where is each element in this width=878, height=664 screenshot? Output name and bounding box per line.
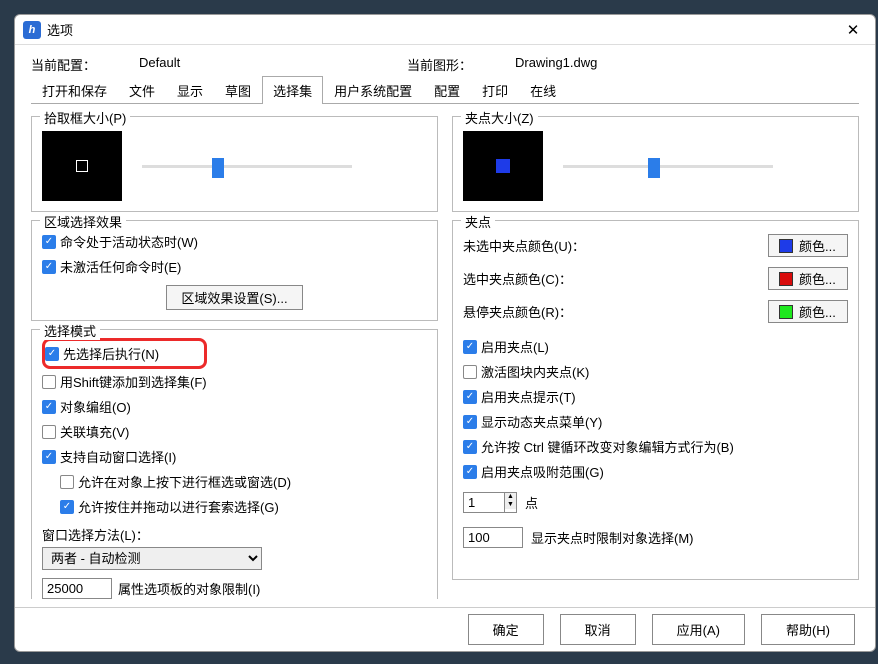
cancel-button[interactable]: 取消 <box>560 614 636 645</box>
app-icon: h <box>23 21 41 39</box>
tab-display[interactable]: 显示 <box>166 76 214 104</box>
block-grips-checkbox[interactable] <box>463 365 477 379</box>
hover-color-button[interactable]: 颜色... <box>768 300 848 323</box>
enable-grips-label: 启用夹点(L) <box>481 337 549 356</box>
mode-group: 选择模式 先选择后执行(N) 用Shift键添加到选择集(F) 对象编组(O) … <box>31 329 438 599</box>
grip-limit-label: 显示夹点时限制对象选择(M) <box>531 528 694 547</box>
window-method-select[interactable]: 两者 - 自动检测 <box>42 547 262 570</box>
noun-verb-checkbox[interactable] <box>45 347 59 361</box>
grip-snap-spinner[interactable]: ▲▼ <box>463 492 517 513</box>
press-drag-checkbox[interactable] <box>60 475 74 489</box>
mode-title: 选择模式 <box>40 321 100 340</box>
config-label: 当前配置： <box>31 55 131 74</box>
window-title: 选项 <box>47 20 839 39</box>
gripsize-preview <box>463 131 543 201</box>
shift-add-label: 用Shift键添加到选择集(F) <box>60 372 207 391</box>
hover-color-label: 悬停夹点颜色(R)： <box>463 302 758 321</box>
grips-title: 夹点 <box>461 212 495 231</box>
object-group-checkbox[interactable] <box>42 400 56 414</box>
ok-button[interactable]: 确定 <box>468 614 544 645</box>
pickbox-title: 拾取框大小(P) <box>40 108 130 127</box>
grip-tips-label: 启用夹点提示(T) <box>481 387 576 406</box>
prop-limit-input[interactable] <box>42 578 112 599</box>
gripsize-slider[interactable] <box>563 154 773 178</box>
region-settings-button[interactable]: 区域效果设置(S)... <box>166 285 302 310</box>
titlebar: h 选项 ✕ <box>15 15 875 45</box>
tab-bar: 打开和保存 文件 显示 草图 选择集 用户系统配置 配置 打印 在线 <box>31 76 859 104</box>
prop-limit-label: 属性选项板的对象限制(I) <box>118 579 260 598</box>
gripsize-title: 夹点大小(Z) <box>461 108 538 127</box>
grip-snap-input[interactable] <box>464 493 504 512</box>
block-grips-label: 激活图块内夹点(K) <box>481 362 589 381</box>
tab-online[interactable]: 在线 <box>519 76 567 104</box>
region-inactive-label: 未激活任何命令时(E) <box>60 257 181 276</box>
window-method-label: 窗口选择方法(L)： <box>42 525 427 544</box>
tab-draft[interactable]: 草图 <box>214 76 262 104</box>
pickbox-group: 拾取框大小(P) <box>31 116 438 212</box>
dyn-menu-label: 显示动态夹点菜单(Y) <box>481 412 602 431</box>
spinner-up-icon[interactable]: ▲ <box>505 493 516 501</box>
lasso-checkbox[interactable] <box>60 500 74 514</box>
lasso-label: 允许按住并拖动以进行套索选择(G) <box>78 497 279 516</box>
config-value: Default <box>139 55 399 74</box>
grip-snap-unit: 点 <box>525 493 538 512</box>
ctrl-cycle-checkbox[interactable] <box>463 440 477 454</box>
tab-profile[interactable]: 配置 <box>423 76 471 104</box>
noun-verb-label: 先选择后执行(N) <box>63 344 159 363</box>
object-group-label: 对象编组(O) <box>60 397 131 416</box>
close-button[interactable]: ✕ <box>839 16 867 44</box>
region-group: 区域选择效果 命令处于活动状态时(W) 未激活任何命令时(E) 区域效果设置(S… <box>31 220 438 321</box>
highlight-box: 先选择后执行(N) <box>42 338 207 369</box>
tab-user[interactable]: 用户系统配置 <box>323 76 423 104</box>
apply-button[interactable]: 应用(A) <box>652 614 745 645</box>
enable-grips-checkbox[interactable] <box>463 340 477 354</box>
region-title: 区域选择效果 <box>40 212 126 231</box>
assoc-hatch-label: 关联填充(V) <box>60 422 129 441</box>
grip-snap-checkbox[interactable] <box>463 465 477 479</box>
options-dialog: h 选项 ✕ 当前配置： Default 当前图形： Drawing1.dwg … <box>14 14 876 652</box>
region-inactive-checkbox[interactable] <box>42 260 56 274</box>
unsel-color-label: 未选中夹点颜色(U)： <box>463 236 758 255</box>
region-active-label: 命令处于活动状态时(W) <box>60 232 198 251</box>
tab-open-save[interactable]: 打开和保存 <box>31 76 118 104</box>
implied-window-checkbox[interactable] <box>42 450 56 464</box>
spinner-down-icon[interactable]: ▼ <box>505 501 516 509</box>
drawing-value: Drawing1.dwg <box>515 55 775 74</box>
help-button[interactable]: 帮助(H) <box>761 614 855 645</box>
sel-color-button[interactable]: 颜色... <box>768 267 848 290</box>
pickbox-preview <box>42 131 122 201</box>
assoc-hatch-checkbox[interactable] <box>42 425 56 439</box>
pickbox-slider[interactable] <box>142 154 352 178</box>
drawing-label: 当前图形： <box>407 55 507 74</box>
grip-tips-checkbox[interactable] <box>463 390 477 404</box>
ctrl-cycle-label: 允许按 Ctrl 键循环改变对象编辑方式行为(B) <box>481 437 734 456</box>
grips-group: 夹点 未选中夹点颜色(U)： 颜色... 选中夹点颜色(C)： 颜色... 悬停… <box>452 220 859 580</box>
gripsize-group: 夹点大小(Z) <box>452 116 859 212</box>
dyn-menu-checkbox[interactable] <box>463 415 477 429</box>
tab-selection[interactable]: 选择集 <box>262 76 323 104</box>
implied-window-label: 支持自动窗口选择(I) <box>60 447 176 466</box>
unsel-color-button[interactable]: 颜色... <box>768 234 848 257</box>
tab-file[interactable]: 文件 <box>118 76 166 104</box>
sel-color-label: 选中夹点颜色(C)： <box>463 269 758 288</box>
footer: 确定 取消 应用(A) 帮助(H) <box>15 607 875 651</box>
grip-snap-label: 启用夹点吸附范围(G) <box>481 462 604 481</box>
shift-add-checkbox[interactable] <box>42 375 56 389</box>
press-drag-label: 允许在对象上按下进行框选或窗选(D) <box>78 472 291 491</box>
grip-limit-input[interactable] <box>463 527 523 548</box>
region-active-checkbox[interactable] <box>42 235 56 249</box>
tab-print[interactable]: 打印 <box>471 76 519 104</box>
